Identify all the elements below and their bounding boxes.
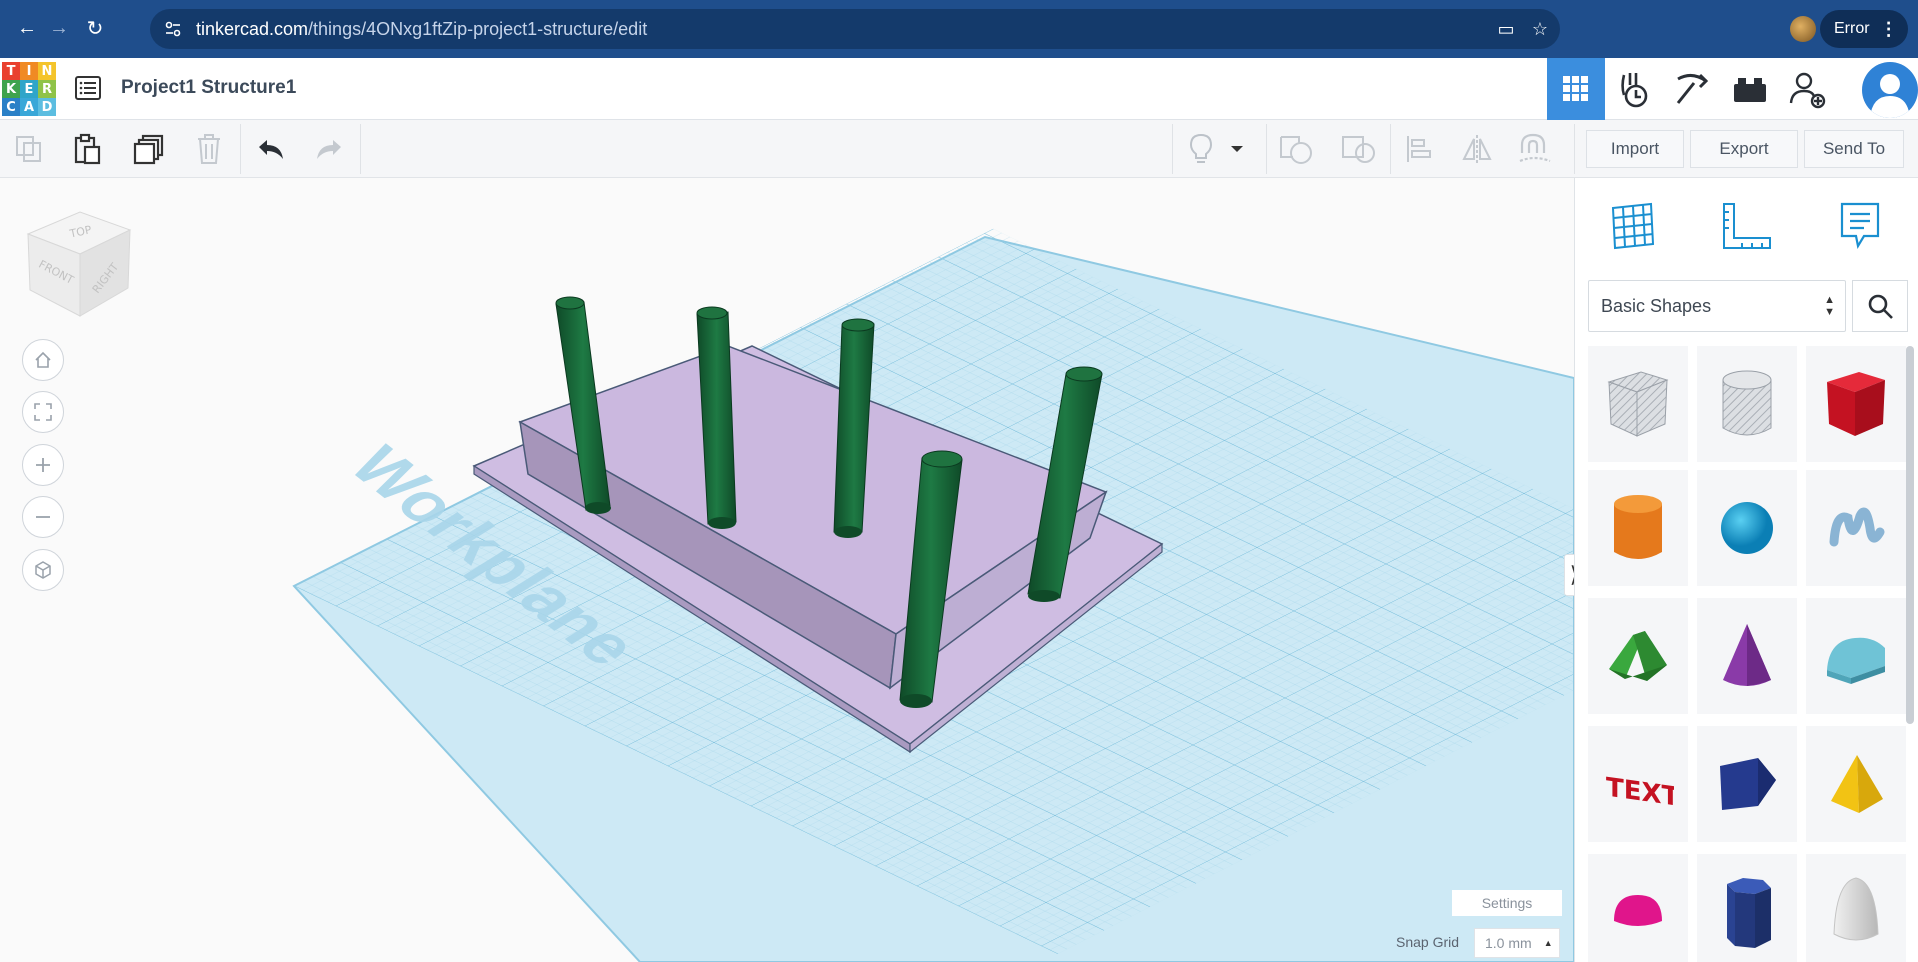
redo-icon[interactable] — [308, 128, 350, 170]
lightbulb-notes-icon[interactable] — [1180, 128, 1222, 170]
header-tools — [1547, 58, 1837, 120]
mirror-icon[interactable] — [1456, 128, 1498, 170]
back-icon[interactable]: ← — [12, 13, 42, 43]
user-avatar[interactable] — [1862, 62, 1918, 118]
shape-polygon[interactable] — [1697, 726, 1797, 842]
logo-letter-tile: R — [38, 80, 56, 98]
logo-letter-tile: E — [20, 80, 38, 98]
settings-button[interactable]: Settings — [1452, 890, 1562, 916]
logo-letter-tile: N — [38, 62, 56, 80]
shape-half-sphere[interactable] — [1588, 854, 1688, 962]
fit-view-icon[interactable] — [22, 391, 64, 433]
tinkercad-window: ← → ↻ tinkercad.com/things/4ONxg1ftZip-p… — [0, 0, 1918, 962]
shape-category-select[interactable]: Basic Shapes ▲ ▼ — [1588, 280, 1846, 332]
snap-grid-label: Snap Grid — [1396, 934, 1460, 950]
design-list-icon[interactable] — [74, 74, 102, 102]
install-app-icon[interactable]: ▭ — [1496, 19, 1516, 39]
workplane-grid-icon[interactable] — [1603, 196, 1663, 256]
shape-paraboloid[interactable] — [1806, 854, 1906, 962]
browser-error-button[interactable]: Error ⋮ — [1820, 10, 1908, 48]
minecraft-pickaxe-icon[interactable] — [1663, 58, 1721, 120]
search-icon[interactable] — [1852, 280, 1908, 332]
add-user-icon[interactable] — [1779, 58, 1837, 120]
cruise-magnet-icon[interactable] — [1514, 128, 1556, 170]
shape-box[interactable] — [1806, 346, 1906, 462]
url-path: /things/4ONxg1ftZip-project1-structure/e… — [308, 19, 648, 39]
3d-design-icon[interactable] — [1547, 58, 1605, 120]
3d-viewport[interactable]: Workplane TOP FRONT RIGHT — [0, 178, 1574, 962]
site-settings-icon[interactable] — [164, 20, 182, 38]
ungroup-icon[interactable] — [1338, 128, 1380, 170]
shapes-scrollbar[interactable] — [1906, 346, 1914, 724]
logo-letter-tile: C — [2, 98, 20, 116]
shape-cylinder-hole[interactable] — [1697, 346, 1797, 462]
zoom-in-icon[interactable] — [22, 444, 64, 486]
logo-letter-tile: T — [2, 62, 20, 80]
undo-icon[interactable] — [250, 128, 292, 170]
ruler-icon[interactable] — [1716, 196, 1776, 256]
workplane-scene[interactable]: Workplane TOP FRONT RIGHT — [0, 178, 1574, 962]
delete-icon[interactable] — [188, 128, 230, 170]
logo-letter-tile: A — [20, 98, 38, 116]
shape-round-roof[interactable] — [1806, 598, 1906, 714]
home-view-icon[interactable] — [22, 339, 64, 381]
logo-letter-tile: K — [2, 80, 20, 98]
shape-sphere[interactable] — [1697, 470, 1797, 586]
align-icon[interactable] — [1398, 128, 1440, 170]
snap-grid-select[interactable]: 1.0 mm ▲ — [1474, 928, 1560, 958]
shape-category-value: Basic Shapes — [1601, 295, 1712, 316]
shape-cylinder[interactable] — [1588, 470, 1688, 586]
group-icon[interactable] — [1276, 128, 1318, 170]
shape-cone[interactable] — [1697, 598, 1797, 714]
address-bar[interactable]: tinkercad.com/things/4ONxg1ftZip-project… — [150, 9, 1560, 49]
logo-letter-tile: I — [20, 62, 38, 80]
svg-text:TEXT: TEXT — [1606, 773, 1674, 809]
shape-text[interactable]: TEXT — [1588, 726, 1688, 842]
browser-profile-avatar[interactable] — [1790, 16, 1816, 42]
caret-up-icon: ▲ — [1543, 938, 1553, 948]
perspective-toggle-icon[interactable] — [22, 549, 64, 591]
url-text: tinkercad.com/things/4ONxg1ftZip-project… — [196, 19, 647, 40]
codeblocks-icon[interactable] — [1605, 58, 1663, 120]
shape-scribble[interactable] — [1806, 470, 1906, 586]
export-button[interactable]: Export — [1690, 130, 1798, 168]
bookmark-star-icon[interactable]: ☆ — [1530, 19, 1550, 39]
duplicate-icon[interactable] — [128, 128, 170, 170]
chevron-down-icon[interactable] — [1226, 128, 1248, 170]
reload-icon[interactable]: ↻ — [80, 13, 110, 43]
project-title[interactable]: Project1 Structure1 — [121, 77, 296, 99]
logo-letter-tile: D — [38, 98, 56, 116]
select-arrows-icon: ▲ ▼ — [1824, 294, 1835, 318]
zoom-out-icon[interactable] — [22, 496, 64, 538]
notes-comment-icon[interactable] — [1830, 196, 1890, 256]
browser-toolbar: ← → ↻ tinkercad.com/things/4ONxg1ftZip-p… — [0, 0, 1918, 58]
url-domain: tinkercad.com — [196, 19, 309, 39]
shape-box-hole[interactable] — [1588, 346, 1688, 462]
view-cube[interactable]: TOP FRONT RIGHT — [26, 211, 132, 317]
copy-icon[interactable] — [8, 128, 50, 170]
shape-hexagonal-prism[interactable] — [1697, 854, 1797, 962]
snap-grid-value: 1.0 mm — [1485, 935, 1532, 951]
shape-pyramid[interactable] — [1806, 726, 1906, 842]
lego-brick-icon[interactable] — [1721, 58, 1779, 120]
shape-roof[interactable] — [1588, 598, 1688, 714]
import-button[interactable]: Import — [1586, 130, 1684, 168]
paste-icon[interactable] — [66, 128, 108, 170]
forward-icon[interactable]: → — [44, 13, 74, 43]
tinkercad-logo[interactable]: TINKERCAD — [2, 62, 56, 116]
error-label: Error — [1834, 20, 1870, 37]
kebab-menu-icon: ⋮ — [1879, 18, 1898, 39]
send-to-button[interactable]: Send To — [1804, 130, 1904, 168]
